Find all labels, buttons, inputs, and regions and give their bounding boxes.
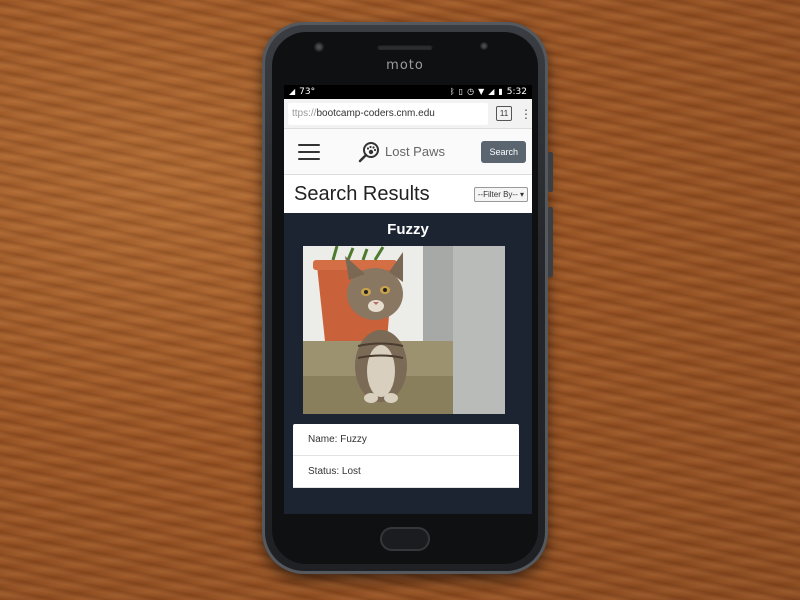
front-camera-icon xyxy=(314,42,324,52)
hamburger-menu-icon[interactable] xyxy=(298,143,320,160)
result-card[interactable]: Fuzzy Name: Fuzzy Status: Lost xyxy=(284,213,532,514)
battery-icon: ▮ xyxy=(498,87,503,96)
sensor-icon xyxy=(480,42,488,50)
browser-toolbar: ttps:// bootcamp-coders.cnm.edu 11 ⋮ xyxy=(284,99,532,129)
phone-screen: ◢ 73° ᛒ ▯ ◷ ▼ ◢ ▮ 5:32 ttps:// bootcamp-… xyxy=(284,85,532,514)
tab-count: 11 xyxy=(499,109,509,118)
status-bar: ◢ 73° ᛒ ▯ ◷ ▼ ◢ ▮ 5:32 xyxy=(284,85,532,99)
chevron-down-icon: ▾ xyxy=(519,189,524,199)
filter-label: --Filter By-- xyxy=(477,189,518,199)
navigation-icon: ◢ xyxy=(289,87,296,96)
search-button[interactable]: Search xyxy=(481,140,526,163)
alarm-icon: ◷ xyxy=(467,87,475,96)
site-logo[interactable]: Lost Paws xyxy=(358,141,445,163)
site-name: Lost Paws xyxy=(385,144,445,159)
temperature: 73° xyxy=(299,87,316,97)
brand-logo: moto xyxy=(386,58,424,73)
url-host: bootcamp-coders.cnm.edu xyxy=(316,108,435,119)
bluetooth-icon: ᛒ xyxy=(449,87,455,96)
signal-icon: ◢ xyxy=(488,87,495,96)
home-button[interactable] xyxy=(380,527,430,551)
page-title: Search Results xyxy=(294,182,430,205)
power-button[interactable] xyxy=(548,152,553,192)
kitten-image xyxy=(303,246,505,414)
tab-switcher-button[interactable]: 11 xyxy=(496,106,512,121)
earpiece-speaker xyxy=(377,44,433,50)
clock: 5:32 xyxy=(506,87,527,97)
wifi-icon: ▼ xyxy=(478,87,485,96)
title-row: Search Results --Filter By-- ▾ xyxy=(284,175,532,213)
pet-status-field: Status: Lost xyxy=(293,456,519,488)
url-scheme: ttps:// xyxy=(292,108,317,119)
overflow-menu-icon[interactable]: ⋮ xyxy=(520,107,532,121)
site-navbar: Lost Paws Search xyxy=(284,129,532,175)
desk-scene: moto ◢ 73° ᛒ ▯ ◷ ▼ ◢ ▮ 5:32 ttps:// boot… xyxy=(0,0,800,600)
pet-name-heading: Fuzzy xyxy=(387,221,429,238)
pet-info-list: Name: Fuzzy Status: Lost xyxy=(293,424,519,488)
magnifier-paw-icon xyxy=(358,141,379,162)
volume-rocker[interactable] xyxy=(548,207,553,277)
pet-name-field: Name: Fuzzy xyxy=(293,424,519,456)
pet-photo[interactable] xyxy=(303,246,505,414)
address-bar[interactable]: ttps:// bootcamp-coders.cnm.edu xyxy=(288,102,488,125)
vibrate-icon: ▯ xyxy=(458,87,464,96)
filter-select[interactable]: --Filter By-- ▾ xyxy=(473,186,528,202)
